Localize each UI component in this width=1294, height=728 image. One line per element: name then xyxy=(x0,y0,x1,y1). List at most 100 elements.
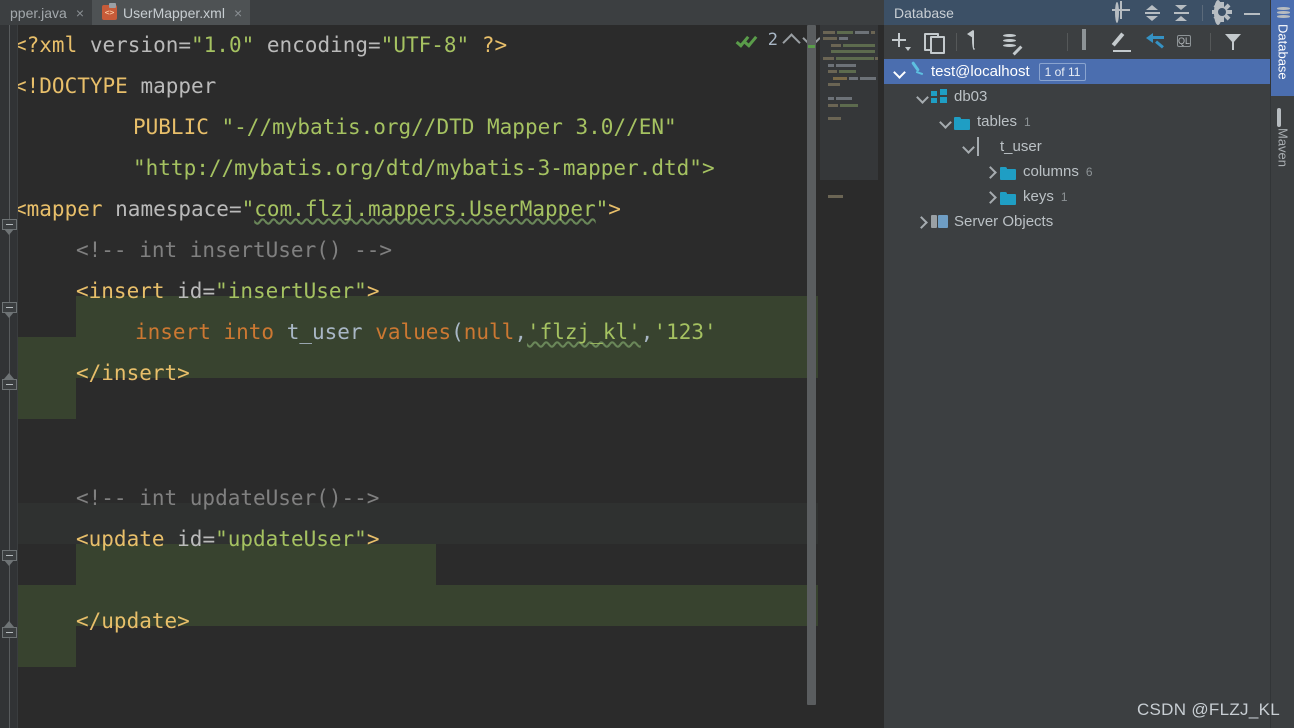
database-toolbar: QL xyxy=(884,25,1270,59)
mysql-icon xyxy=(908,61,925,80)
refresh-icon[interactable] xyxy=(967,29,991,53)
folder-icon xyxy=(954,115,971,130)
editor-tab-bar: pper.java × UserMapper.xml × xyxy=(0,0,884,25)
chevron-down-icon[interactable] xyxy=(938,115,952,129)
tree-node-label: Server Objects xyxy=(954,213,1054,230)
vertical-tab-maven[interactable]: Maven xyxy=(1271,104,1294,184)
code-line: PUBLIC "-//mybatis.org//DTD Mapper 3.0//… xyxy=(133,115,677,139)
locate-icon[interactable] xyxy=(1115,1,1133,23)
chevron-up-icon[interactable] xyxy=(782,32,801,52)
database-panel-header: Database xyxy=(884,0,1270,25)
chevron-down-icon[interactable] xyxy=(915,90,929,104)
tree-node-label: columns xyxy=(1023,163,1079,180)
code-line: insert into t_user values(null,'flzj_kl'… xyxy=(135,320,717,344)
tree-row-db03[interactable]: db03 xyxy=(884,84,1270,109)
tree-row-columns[interactable]: columns 6 xyxy=(884,159,1270,184)
duplicate-icon[interactable] xyxy=(922,31,945,54)
chevron-right-icon[interactable] xyxy=(984,165,998,179)
tree-row-keys[interactable]: keys 1 xyxy=(884,184,1270,209)
editor-gutter[interactable] xyxy=(0,25,18,728)
tab-label: pper.java xyxy=(10,4,67,21)
child-count: 6 xyxy=(1085,164,1093,179)
editor-pane: pper.java × UserMapper.xml × xyxy=(0,0,884,728)
folder-icon xyxy=(1000,165,1017,180)
watermark: CSDN @FLZJ_KL xyxy=(1136,700,1280,719)
code-line: </insert> xyxy=(76,361,190,385)
tree-node-label: t_user xyxy=(1000,138,1042,155)
table-icon xyxy=(977,137,994,156)
panel-header-actions xyxy=(1115,0,1270,25)
fold-collapse-icon[interactable] xyxy=(2,621,17,642)
tab-label: UserMapper.xml xyxy=(123,4,225,21)
sync-database-icon[interactable] xyxy=(1001,31,1023,56)
collapse-all-icon[interactable] xyxy=(1173,4,1191,22)
tab-usermapper-java[interactable]: pper.java × xyxy=(0,0,92,25)
chevron-down-icon[interactable] xyxy=(892,65,906,79)
code-line: <!-- int updateUser()--> xyxy=(76,486,380,510)
stop-icon[interactable] xyxy=(1033,31,1055,53)
tree-node-label: tables xyxy=(977,113,1018,130)
tree-row-server-objects[interactable]: Server Objects xyxy=(884,209,1270,234)
chevron-right-icon[interactable] xyxy=(984,190,998,204)
data-grid-icon[interactable] xyxy=(1080,29,1102,53)
editor-vertical-scrollbar[interactable] xyxy=(806,25,817,728)
panel-title: Database xyxy=(894,4,954,21)
ide-window: pper.java × UserMapper.xml × xyxy=(0,0,1294,728)
close-icon[interactable]: × xyxy=(76,6,84,20)
error-stripe-mark[interactable] xyxy=(808,45,815,48)
tree-row-test-localhost[interactable]: test@localhost 1 of 11 xyxy=(884,59,1270,84)
tree-row-t-user[interactable]: t_user xyxy=(884,134,1270,159)
folder-icon xyxy=(1000,190,1017,205)
query-console-icon[interactable]: QL xyxy=(1176,31,1198,53)
fold-collapse-icon[interactable] xyxy=(2,373,17,394)
code-highlight-band xyxy=(18,626,76,667)
tree-row-tables[interactable]: tables 1 xyxy=(884,109,1270,134)
filter-icon[interactable] xyxy=(1223,31,1245,53)
code-line: <update id="updateUser"> xyxy=(76,527,380,551)
vertical-tab-label: Database xyxy=(1275,24,1291,80)
maven-icon xyxy=(1276,108,1290,127)
code-line: </update> xyxy=(76,609,190,633)
code-line: <insert id="insertUser"> xyxy=(76,279,380,303)
code-line: "http://mybatis.org/dtd/mybatis-3-mapper… xyxy=(133,156,715,180)
scrollbar-thumb[interactable] xyxy=(807,25,816,705)
divider xyxy=(956,33,957,51)
inspection-count: 2 xyxy=(767,30,778,50)
fold-collapse-icon[interactable] xyxy=(2,550,17,566)
edit-pencil-icon[interactable] xyxy=(1111,31,1134,53)
divider xyxy=(1210,33,1211,51)
database-icon xyxy=(1276,6,1290,19)
jump-to-source-icon[interactable] xyxy=(1144,31,1166,53)
database-tool-window: Database QL test@localhost 1 of 11 db03 … xyxy=(884,0,1270,728)
code-line: <!-- int insertUser() --> xyxy=(76,238,393,262)
tree-node-label: test@localhost xyxy=(931,63,1030,80)
code-editor-surface[interactable]: <?xml version="1.0" encoding="UTF-8" ?> … xyxy=(18,25,818,728)
divider xyxy=(1202,4,1203,21)
vertical-tab-database[interactable]: Database xyxy=(1271,0,1294,96)
connection-count-chip: 1 of 11 xyxy=(1038,62,1087,81)
double-check-icon xyxy=(735,32,761,49)
minimize-icon[interactable] xyxy=(1243,4,1261,22)
fold-collapse-icon[interactable] xyxy=(2,302,17,318)
child-count: 1 xyxy=(1060,189,1068,204)
code-line: <mapper namespace="com.flzj.mappers.User… xyxy=(18,197,621,221)
chevron-down-icon[interactable] xyxy=(961,140,975,154)
chevron-right-icon[interactable] xyxy=(915,215,929,229)
vertical-tab-label: Maven xyxy=(1275,128,1291,168)
server-objects-icon xyxy=(931,213,948,230)
fold-collapse-icon[interactable] xyxy=(2,219,17,235)
add-icon[interactable] xyxy=(890,31,912,53)
tree-node-label: keys xyxy=(1023,188,1054,205)
database-tree[interactable]: test@localhost 1 of 11 db03 tables 1 t_u xyxy=(884,59,1270,728)
code-highlight-band xyxy=(18,378,76,419)
schema-icon xyxy=(931,88,948,105)
close-icon[interactable]: × xyxy=(234,6,242,20)
xml-file-icon xyxy=(102,3,118,20)
minimap-viewport xyxy=(820,25,878,180)
code-minimap[interactable] xyxy=(820,25,878,728)
code-line: <?xml version="1.0" encoding="UTF-8" ?> xyxy=(18,33,508,57)
tree-node-label: db03 xyxy=(954,88,988,105)
expand-all-icon[interactable] xyxy=(1144,4,1162,22)
tab-usermapper-xml[interactable]: UserMapper.xml × xyxy=(92,0,251,25)
settings-gear-icon[interactable] xyxy=(1212,0,1232,25)
